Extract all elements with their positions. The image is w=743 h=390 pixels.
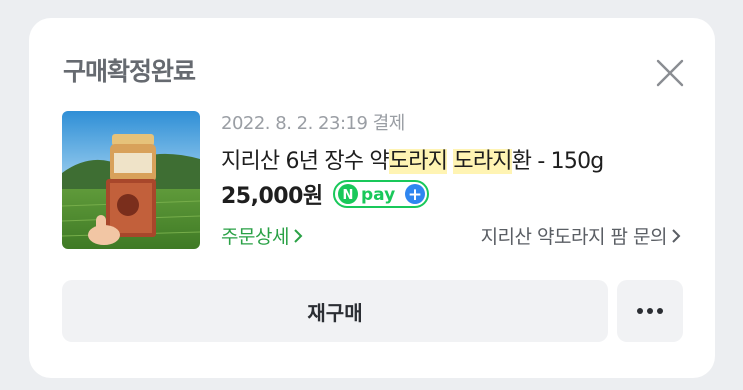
highlighted-keyword: 도라지	[388, 149, 448, 174]
highlighted-keyword: 도라지	[453, 149, 513, 174]
seller-inquiry-label: 지리산 약도라지 팜 문의	[480, 226, 668, 248]
product-thumbnail[interactable]	[62, 111, 200, 249]
price-row: 25,000원 N pay +	[221, 178, 429, 210]
npay-n-text: N	[342, 188, 353, 203]
product-name-part: 지리산 6년 장수 약	[221, 149, 390, 174]
chevron-right-icon	[294, 229, 303, 243]
product-price: 25,000원	[221, 184, 323, 209]
order-date: 2022. 8. 2. 23:19 결제	[221, 113, 405, 134]
order-detail-link[interactable]: 주문상세	[221, 222, 304, 249]
product-name-part: 환 - 150g	[511, 149, 605, 174]
product-name[interactable]: 지리산 6년 장수 약도라지 도라지환 - 150g	[221, 143, 605, 175]
npay-pay-text: pay	[361, 185, 395, 205]
seller-inquiry-link[interactable]: 지리산 약도라지 팜 문의	[481, 222, 682, 249]
close-icon[interactable]	[653, 56, 687, 90]
order-status: 구매확정완료	[63, 57, 196, 86]
order-detail-label: 주문상세	[221, 226, 289, 248]
more-button[interactable]	[617, 280, 683, 342]
order-card: 구매확정완료 2022. 8. 2. 23:19 결제 지리산 6년 장수 약도…	[29, 18, 715, 378]
npay-plus-text: +	[408, 185, 422, 205]
more-icon	[637, 308, 663, 314]
rebuy-button[interactable]: 재구매	[62, 280, 608, 342]
chevron-right-icon	[672, 229, 681, 243]
npay-plus-badge: N pay +	[332, 180, 429, 208]
